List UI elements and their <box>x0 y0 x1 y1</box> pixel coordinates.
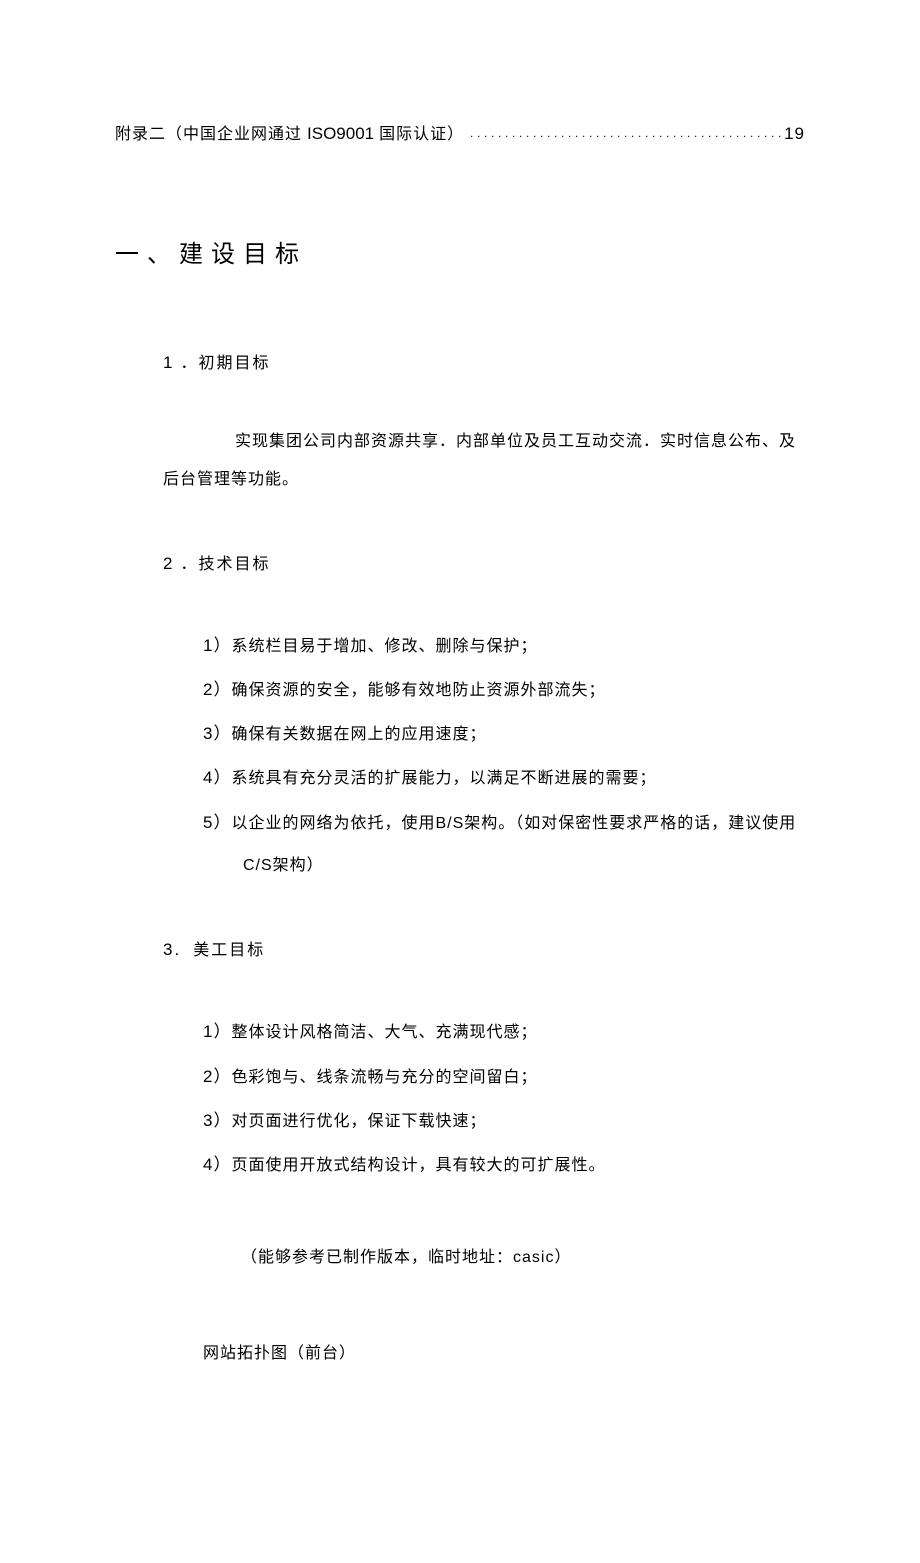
list-item-text: 色彩饱与、线条流畅与充分的空间留白； <box>231 1069 537 1086</box>
list-item-text: 确保资源的安全，能够有效地防止资源外部流失； <box>231 682 605 699</box>
list-item-number: 1） <box>203 1022 231 1041</box>
note-casic: casic <box>513 1249 554 1266</box>
list-item: 2）色彩饱与、线条流畅与充分的空间留白； <box>203 1055 805 1099</box>
list-item-text-c: 架构） <box>273 857 324 874</box>
subsection-1-title: ．初期目标 <box>180 355 270 372</box>
toc-entry: 附录二（中国企业网通过 ISO9001 国际认证） ..............… <box>115 120 805 144</box>
list-item: 5）以企业的网络为依托，使用B/S架构。（如对保密性要求严格的话，建议使用 <box>203 801 805 845</box>
subsection-1-body: 实现集团公司内部资源共享．内部单位及员工互动交流．实时信息公布、及后台管理等功能… <box>163 423 805 500</box>
document-page: 附录二（中国企业网通过 ISO9001 国际认证） ..............… <box>0 0 920 1563</box>
cs-arch-label: C/S <box>243 857 273 874</box>
list-item-number: 2） <box>203 680 231 699</box>
list-item-number: 5） <box>203 813 231 832</box>
subsection-2-heading: 2 ．技术目标 <box>163 550 805 574</box>
list-item: 3）确保有关数据在网上的应用速度； <box>203 712 805 756</box>
section-1-heading: 一、建设目标 <box>115 234 805 269</box>
list-item-text: 对页面进行优化，保证下载快速； <box>231 1113 486 1130</box>
subsection-3-title: 美工目标 <box>187 942 265 959</box>
list-item: 1）整体设计风格简洁、大气、充满现代感； <box>203 1010 805 1054</box>
subsection-1-body-text: 实现集团公司内部资源共享．内部单位及员工互动交流．实时信息公布、及后台管理等功能… <box>163 433 796 488</box>
subsection-1-number: 1 <box>163 353 174 372</box>
toc-label: 附录二（中国企业网通过 ISO9001 国际认证） <box>115 120 464 144</box>
note-text-c: ） <box>554 1249 571 1266</box>
list-item-text: 确保有关数据在网上的应用速度； <box>231 726 486 743</box>
list-item: 4）页面使用开放式结构设计，具有较大的可扩展性。 <box>203 1143 805 1187</box>
toc-iso: ISO9001 <box>307 124 374 143</box>
subsection-3-number: 3. <box>163 940 181 959</box>
list-item-text-a: 以企业的网络为依托，使用 <box>231 815 435 832</box>
toc-prefix: 附录二（中国企业网通过 <box>115 126 307 143</box>
subsection-2-title: ．技术目标 <box>180 556 270 573</box>
toc-suffix: 国际认证） <box>374 126 464 143</box>
toc-page-number: 19 <box>784 124 805 144</box>
list-item-continuation: C/S架构） <box>243 845 805 887</box>
list-item-text: 系统栏目易于增加、修改、删除与保护； <box>231 638 537 655</box>
list-item: 2）确保资源的安全，能够有效地防止资源外部流失； <box>203 668 805 712</box>
list-item-text: 整体设计风格简洁、大气、充满现代感； <box>231 1024 537 1041</box>
list-item-number: 4） <box>203 1155 231 1174</box>
art-goal-list: 1）整体设计风格简洁、大气、充满现代感； 2）色彩饱与、线条流畅与充分的空间留白… <box>203 1010 805 1187</box>
reference-note: （能够参考已制作版本，临时地址：casic） <box>241 1237 805 1279</box>
list-item-text: 系统具有充分灵活的扩展能力，以满足不断进展的需要； <box>231 770 656 787</box>
list-item-text-b: 架构。（如对保密性要求严格的话，建议使用 <box>464 815 796 832</box>
list-item: 4）系统具有充分灵活的扩展能力，以满足不断进展的需要； <box>203 756 805 800</box>
list-item-number: 3） <box>203 1111 231 1130</box>
list-item-number: 3） <box>203 724 231 743</box>
list-item-number: 1） <box>203 636 231 655</box>
list-item: 3）对页面进行优化，保证下载快速； <box>203 1099 805 1143</box>
list-item-number: 4） <box>203 768 231 787</box>
topology-label: 网站拓扑图（前台） <box>203 1339 805 1363</box>
note-text-a: （能够参考已制作版本，临时地址： <box>241 1249 513 1266</box>
subsection-2-number: 2 <box>163 554 174 573</box>
list-item: 1）系统栏目易于增加、修改、删除与保护； <box>203 624 805 668</box>
bs-arch-label: B/S <box>435 815 464 832</box>
subsection-3-heading: 3. 美工目标 <box>163 936 805 960</box>
tech-goal-list: 1）系统栏目易于增加、修改、删除与保护； 2）确保资源的安全，能够有效地防止资源… <box>203 624 805 887</box>
toc-leader-dots: ........................................… <box>464 126 784 141</box>
list-item-number: 2） <box>203 1067 231 1086</box>
list-item-text: 页面使用开放式结构设计，具有较大的可扩展性。 <box>231 1157 605 1174</box>
subsection-1-heading: 1 ．初期目标 <box>163 349 805 373</box>
